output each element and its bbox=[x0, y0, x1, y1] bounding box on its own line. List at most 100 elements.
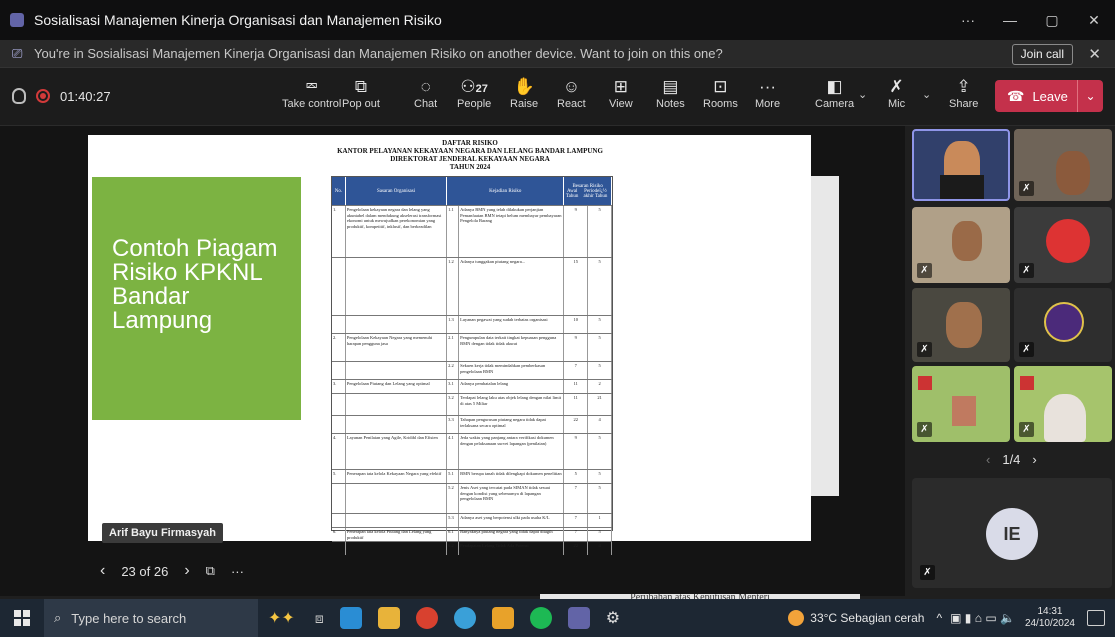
banner-close-icon[interactable]: ✕ bbox=[1088, 45, 1101, 63]
windows-start-icon[interactable] bbox=[14, 610, 30, 626]
react-button[interactable]: ☺ React bbox=[557, 76, 586, 110]
previous-slide-icon[interactable]: ‹ bbox=[100, 562, 105, 580]
table-cell: Sekuen kerja tidak memindahkan pemberkas… bbox=[459, 362, 565, 379]
teams-taskbar-icon[interactable] bbox=[567, 607, 590, 629]
window-title: Sosialisasi Manajemen Kinerja Organisasi… bbox=[34, 12, 442, 28]
people-button[interactable]: ⚇27 People bbox=[457, 76, 491, 110]
powerbi-icon[interactable] bbox=[491, 607, 514, 629]
slide-sorter-icon[interactable]: ⧉ bbox=[206, 563, 215, 579]
table-cell: 1 bbox=[588, 514, 613, 527]
view-icon: ⊞ bbox=[613, 77, 628, 96]
chrome-icon[interactable] bbox=[453, 607, 476, 629]
participant-tile[interactable]: ✗ bbox=[912, 207, 1010, 283]
participant-tile[interactable]: ✗ bbox=[912, 288, 1010, 362]
table-cell: Adanya tunggakan piutang negara... bbox=[459, 258, 565, 315]
camera-off-icon: ◧ bbox=[826, 77, 843, 96]
taskbar-clock[interactable]: 14:31 24/10/2024 bbox=[1025, 606, 1075, 630]
view-button[interactable]: ⊞ View bbox=[609, 76, 633, 110]
table-cell: Pengelolaan Kekayaan Negara yang memenuh… bbox=[346, 334, 448, 361]
pop-out-button[interactable]: ⧉ Pop out bbox=[342, 76, 380, 110]
device-icon: ⎚ bbox=[12, 45, 23, 61]
participant-tile-ie[interactable]: IE ✗ bbox=[912, 478, 1112, 588]
office-icon[interactable] bbox=[415, 607, 438, 629]
table-cell: Pengelolaan Piutang dan Lelang yang opti… bbox=[346, 380, 448, 393]
raise-hand-button[interactable]: ✋ Raise bbox=[510, 76, 538, 110]
table-row: 1.2 Adanya tunggakan piutang negara... 15 5 bbox=[332, 257, 613, 315]
chat-button[interactable]: ◌ Chat bbox=[414, 76, 437, 110]
taskbar-search[interactable]: ⌕ Type here to search bbox=[44, 599, 258, 637]
gallery-next-icon[interactable]: › bbox=[1032, 452, 1036, 467]
task-view-icon[interactable]: ⧈ bbox=[315, 610, 324, 627]
more-button[interactable]: ··· More bbox=[755, 76, 780, 110]
table-row: 2. Pengelolaan Kekayaan Negara yang memen… bbox=[332, 333, 613, 361]
camera-button[interactable]: ◧ Camera bbox=[815, 76, 854, 110]
table-cell: 22 bbox=[564, 416, 589, 433]
tray-apps-icon[interactable]: ▣ ▮ ⌂ ▭ 🔈 bbox=[950, 611, 1015, 625]
other-device-banner: ⎚ You're in Sosialisasi Manajemen Kinerj… bbox=[0, 40, 1115, 68]
slide-more-icon[interactable]: ··· bbox=[231, 564, 244, 579]
participant-tile[interactable]: ✗ bbox=[912, 366, 1010, 442]
weather-text[interactable]: 33°C Sebagian cerah bbox=[810, 611, 924, 625]
avatar bbox=[946, 302, 982, 348]
table-row: 1.3 Layanan pegawai yang sudah terbatas o… bbox=[332, 315, 613, 333]
take-control-button[interactable]: ⮹ Take control bbox=[282, 76, 341, 110]
table-cell: 1.1 bbox=[447, 206, 460, 257]
participant-tile[interactable]: ✗ bbox=[1014, 129, 1112, 201]
join-call-button[interactable]: Join call bbox=[1011, 44, 1073, 65]
rooms-button[interactable]: ⊡ Rooms bbox=[703, 76, 738, 110]
table-row: 3.2 Terdapat lelang laku atas objek lelan… bbox=[332, 393, 613, 415]
shield-icon bbox=[12, 88, 26, 104]
close-icon[interactable]: ✕ bbox=[1073, 12, 1115, 29]
next-slide-icon[interactable]: › bbox=[184, 562, 189, 580]
table-cell bbox=[332, 514, 346, 527]
participant-tile[interactable]: ✗ bbox=[1014, 207, 1112, 283]
participant-tile[interactable] bbox=[912, 129, 1010, 201]
more-options-icon[interactable]: ··· bbox=[947, 12, 989, 28]
windows-taskbar: ⌕ Type here to search ✦✦ ⧈ ⚙ 33°C Sebagi… bbox=[0, 599, 1115, 637]
notifications-icon[interactable] bbox=[1087, 610, 1105, 626]
camera-options-chevron-icon[interactable]: ⌄ bbox=[858, 88, 867, 101]
avatar: IE bbox=[986, 508, 1038, 560]
maximize-icon[interactable]: ▢ bbox=[1031, 12, 1073, 29]
spotify-icon[interactable] bbox=[529, 607, 552, 629]
notes-icon: ▤ bbox=[662, 77, 679, 96]
table-row: 2.2 Sekuen kerja tidak memindahkan pember… bbox=[332, 361, 613, 379]
rooms-icon: ⊡ bbox=[713, 77, 728, 96]
participant-tile[interactable]: ✗ bbox=[1014, 366, 1112, 442]
share-button[interactable]: ⇪ Share bbox=[949, 76, 978, 110]
table-cell bbox=[332, 394, 346, 415]
slide-margin bbox=[811, 176, 839, 496]
settings-icon[interactable]: ⚙ bbox=[606, 608, 620, 628]
chat-icon: ◌ bbox=[420, 77, 431, 96]
teams-icon bbox=[10, 13, 24, 27]
participant-tile[interactable]: ✗ bbox=[1014, 288, 1112, 362]
mic-options-chevron-icon[interactable]: ⌄ bbox=[922, 88, 931, 101]
table-cell: 15 bbox=[564, 258, 589, 315]
minimize-icon[interactable]: — bbox=[989, 12, 1031, 28]
gallery-prev-icon[interactable]: ‹ bbox=[986, 452, 990, 467]
table-cell: 5 bbox=[588, 334, 613, 361]
edge-icon[interactable] bbox=[339, 607, 362, 629]
table-cell: 4. bbox=[332, 434, 346, 469]
table-cell bbox=[346, 362, 448, 379]
file-explorer-icon[interactable] bbox=[377, 607, 400, 629]
avatar bbox=[952, 221, 982, 261]
risk-table-body: 1. Pengelolaan kekayaan negara dan lelang… bbox=[332, 205, 613, 555]
leave-options-chevron-icon[interactable]: ⌄ bbox=[1077, 80, 1103, 112]
table-row: 5. Penerapan tata kelola Kekayaan Negara … bbox=[332, 469, 613, 483]
table-cell: 5.1 bbox=[447, 470, 460, 483]
mic-off-icon: ✗ bbox=[1019, 342, 1034, 357]
table-cell: 1.3 bbox=[447, 316, 460, 333]
table-cell: 22 bbox=[564, 542, 589, 555]
mic-button[interactable]: ✗ Mic bbox=[888, 76, 905, 110]
table-cell: 3.2 bbox=[447, 394, 460, 415]
table-cell: 5.2 bbox=[447, 484, 460, 513]
table-cell: Penerapan tata kelola Kekayaan Negara ya… bbox=[346, 470, 448, 483]
pop-out-icon: ⧉ bbox=[354, 77, 368, 96]
notes-button[interactable]: ▤ Notes bbox=[656, 76, 685, 110]
table-cell: 5 bbox=[588, 258, 613, 315]
show-hidden-icons-icon[interactable]: ^ bbox=[936, 611, 942, 625]
table-cell: 5.3 bbox=[447, 514, 460, 527]
table-row: 3.3 Tahapan pengurusan piutang negara tid… bbox=[332, 415, 613, 433]
leave-button[interactable]: ☎ Leave ⌄ bbox=[995, 80, 1103, 112]
